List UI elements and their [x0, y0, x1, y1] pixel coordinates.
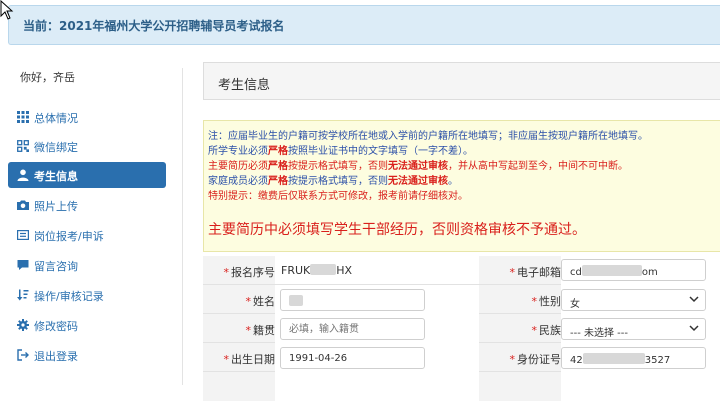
next-row-label [479, 372, 561, 401]
sidebar-item-label: 修改密码 [34, 320, 78, 333]
sidebar-item-photo-upload[interactable]: 照片上传 [8, 192, 166, 218]
sidebar-item-label: 退出登录 [34, 350, 78, 363]
sidebar-item-label: 操作/审核记录 [34, 290, 104, 303]
native-place-label: * 籍贯 [203, 314, 275, 343]
panel-title: 考生信息 [218, 78, 271, 93]
sidebar-item-overview[interactable]: 总体情况 [8, 104, 166, 130]
sidebar-item-position-apply[interactable]: 岗位报考/申诉 [8, 222, 166, 248]
ethnic-select[interactable]: --- 未选择 --- [561, 318, 706, 340]
notice-line: 所学专业必须严格按照毕业证书中的文字填写（一字不差）。 [208, 146, 473, 157]
top-title-bar: 当前：2021年福州大学公开招聘辅导员考试报名 [8, 5, 720, 45]
grid-icon [17, 111, 29, 123]
user-icon [17, 169, 29, 181]
next-row-label [203, 372, 275, 401]
panel-heading: 考生信息 [203, 62, 720, 100]
sidebar-item-change-password[interactable]: 修改密码 [8, 312, 166, 338]
page-title: 当前：2021年福州大学公开招聘辅导员考试报名 [23, 19, 285, 33]
sidebar-item-logout[interactable]: 退出登录 [8, 342, 166, 368]
gender-label: * 性别 [479, 285, 561, 314]
chevron-down-icon [689, 325, 699, 332]
birth-date-field[interactable]: 1991-04-26 [280, 347, 425, 369]
native-place-input[interactable] [280, 318, 425, 340]
mouse-cursor-icon [0, 0, 14, 20]
sidebar-item-wechat[interactable]: 微信绑定 [8, 133, 166, 159]
sidebar-item-label: 总体情况 [34, 112, 78, 125]
reg-no-label: * 报名序号 [203, 256, 275, 285]
notice-box: 注：应届毕业生的户籍可按学校所在地或入学前的户籍所在地填写；非应届生按现户籍所在… [203, 120, 720, 252]
email-field[interactable]: cd om [561, 259, 706, 281]
notice-line: 注：应届毕业生的户籍可按学校所在地或入学前的户籍所在地填写；非应届生按现户籍所在… [208, 131, 648, 142]
sidebar-item-operation-log[interactable]: 操作/审核记录 [8, 282, 166, 308]
sidebar-divider [182, 68, 183, 385]
notice-special-tip: 特别提示：缴费后仅联系方式可修改，报考前请仔细核对。 [208, 191, 468, 202]
id-card-icon [17, 230, 29, 241]
chevron-down-icon [689, 296, 699, 303]
id-card-field[interactable]: 42 3527 [561, 347, 706, 369]
id-card-label: * 身份证号 [479, 343, 561, 372]
sidebar-item-message[interactable]: 留言咨询 [8, 252, 166, 278]
email-label: * 电子邮箱 [479, 256, 561, 285]
notice-line: 主要简历必须严格按提示格式填写，否则无法通过审核，并从高中写起到至今，中间不可中… [208, 161, 628, 172]
notice-line: 家庭成员必须严格按提示格式填写，否则无法通过审核。 [208, 176, 458, 187]
greeting-text: 你好，齐岳 [20, 71, 75, 84]
logout-icon [17, 349, 29, 361]
sidebar-item-candidate-info[interactable]: 考生信息 [8, 162, 166, 188]
ethnic-label: * 民族 [479, 314, 561, 343]
candidate-form: *报名序号 FRUKHX *电子邮箱 cdom *姓名 *性别 女 *籍贯 *民… [203, 256, 720, 401]
notice-big-warning: 主要简历中必须填写学生干部经历，否则资格审核不予通过。 [208, 222, 586, 238]
sidebar-item-label: 岗位报考/申诉 [34, 230, 104, 243]
qrcode-icon [17, 140, 29, 152]
reg-no-value: FRUK HX [275, 256, 479, 285]
camera-icon [17, 200, 29, 210]
sidebar-item-label: 考生信息 [34, 170, 78, 183]
sidebar-item-label: 留言咨询 [34, 260, 78, 273]
comment-icon [17, 260, 29, 270]
gear-icon [17, 319, 29, 331]
gender-select[interactable]: 女 [561, 289, 706, 311]
sidebar: 你好，齐岳 总体情况 微信绑定 考生信息 照片上传 岗位报考/申诉 留言咨询 操… [0, 55, 175, 385]
name-label: * 姓名 [203, 285, 275, 314]
sidebar-item-label: 微信绑定 [34, 141, 78, 154]
birth-date-label: * 出生日期 [203, 343, 275, 372]
sidebar-item-label: 照片上传 [34, 200, 78, 213]
name-field[interactable] [280, 289, 425, 311]
sort-icon [17, 289, 29, 301]
